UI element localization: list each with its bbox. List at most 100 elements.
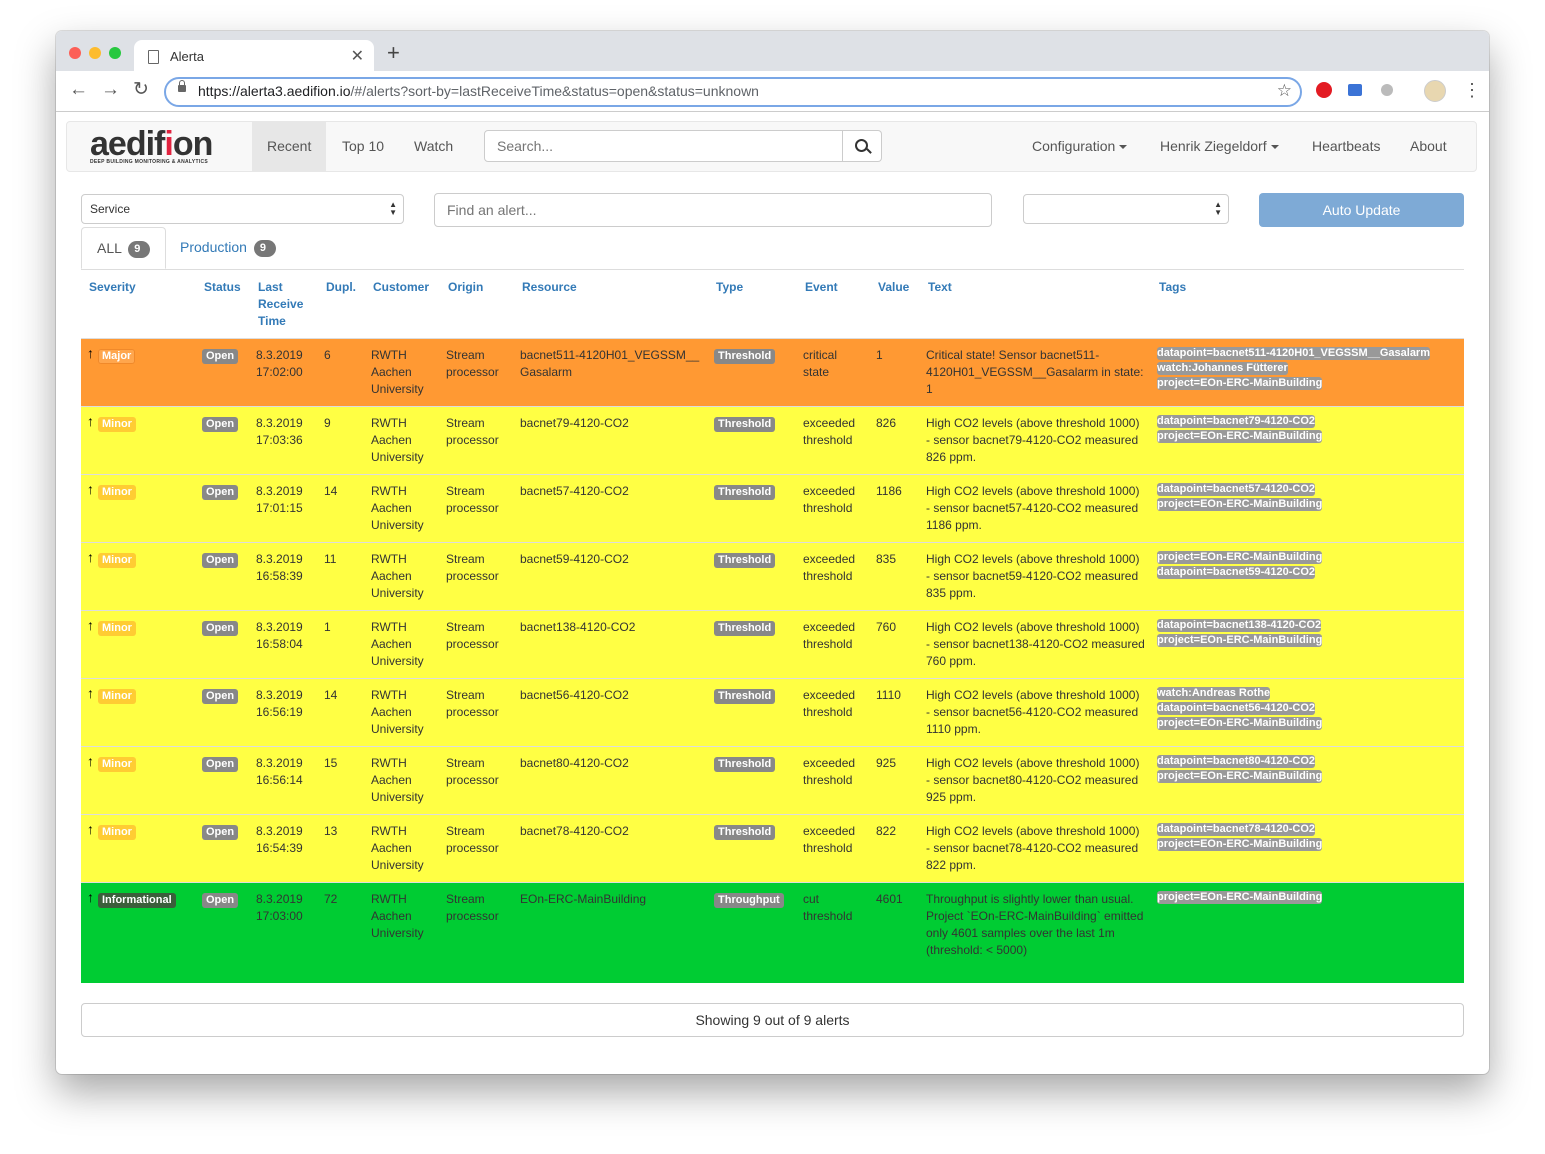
- col-last-receive-time[interactable]: Last Receive Time: [250, 271, 318, 339]
- nav-top10[interactable]: Top 10: [342, 122, 384, 171]
- col-origin[interactable]: Origin: [440, 271, 514, 339]
- tag-label[interactable]: project=EOn-ERC-MainBuilding: [1157, 551, 1323, 564]
- find-alert-input[interactable]: [434, 193, 992, 227]
- status-badge: Open: [202, 485, 239, 500]
- nav-configuration[interactable]: Configuration: [1032, 122, 1128, 171]
- time-cell: 8.3.2019 16:54:39: [250, 814, 318, 883]
- maximize-window-button[interactable]: [109, 47, 121, 59]
- tag-label[interactable]: datapoint=bacnet59-4120-CO2: [1157, 566, 1316, 579]
- tag-label[interactable]: datapoint=bacnet138-4120-CO2: [1157, 619, 1322, 632]
- nav-heartbeats[interactable]: Heartbeats: [1312, 122, 1380, 171]
- search-icon: [855, 139, 868, 152]
- new-tab-button[interactable]: +: [387, 42, 400, 64]
- tag-label[interactable]: datapoint=bacnet56-4120-CO2: [1157, 702, 1316, 715]
- alert-row[interactable]: ↑ Minor Open 8.3.2019 16:56:19 14 RWTH Aachen …: [81, 678, 1464, 747]
- type-badge: Throughput: [714, 893, 784, 908]
- status-cell: Open: [196, 814, 250, 883]
- address-bar[interactable]: https://alerta3.aedifion.io/#/alerts?sor…: [164, 77, 1302, 107]
- browser-menu-icon[interactable]: ⋮: [1463, 80, 1481, 100]
- extension-icon[interactable]: [1381, 84, 1393, 96]
- extension-icon[interactable]: [1348, 84, 1362, 96]
- origin-cell: Stream processor: [440, 814, 514, 883]
- event-cell: exceeded threshold: [797, 406, 870, 475]
- alert-row[interactable]: ↑ Minor Open 8.3.2019 16:56:14 15 RWTH Aachen …: [81, 746, 1464, 815]
- logo-text-accent: i: [164, 125, 174, 163]
- tag-label[interactable]: datapoint=bacnet511-4120H01_VEGSSM__Gasa…: [1157, 347, 1430, 360]
- nav-watch[interactable]: Watch: [414, 122, 453, 171]
- adblock-extension-icon[interactable]: [1316, 82, 1332, 98]
- text-cell: Critical state! Sensor bacnet511-4120H01…: [920, 338, 1151, 407]
- search-button[interactable]: [843, 130, 882, 162]
- alert-row[interactable]: ↑ Major Open 8.3.2019 17:02:00 6 RWTH Aachen U…: [81, 338, 1464, 407]
- close-tab-icon[interactable]: ✕: [351, 46, 364, 66]
- tag-label[interactable]: project=EOn-ERC-MainBuilding: [1157, 770, 1323, 783]
- col-status[interactable]: Status: [196, 271, 250, 339]
- col-dupl[interactable]: Dupl.: [318, 271, 365, 339]
- nav-recent[interactable]: Recent: [252, 122, 327, 171]
- tag-label[interactable]: project=EOn-ERC-MainBuilding: [1157, 634, 1323, 647]
- tab-all[interactable]: ALL 9: [81, 227, 167, 269]
- auto-update-button[interactable]: Auto Update: [1259, 193, 1464, 227]
- document-icon: [148, 50, 159, 64]
- status-badge: Open: [202, 825, 239, 840]
- alert-row[interactable]: ↑ Minor Open 8.3.2019 17:01:15 14 RWTH Aachen …: [81, 474, 1464, 543]
- tag-label[interactable]: project=EOn-ERC-MainBuilding: [1157, 430, 1323, 443]
- back-icon[interactable]: ←: [69, 80, 88, 100]
- tag-label[interactable]: watch:Johannes Fütterer: [1157, 362, 1288, 375]
- col-value[interactable]: Value: [870, 271, 920, 339]
- alert-row[interactable]: ↑ Minor Open 8.3.2019 16:58:39 11 RWTH Aachen …: [81, 542, 1464, 611]
- arrow-up-icon: ↑: [87, 753, 94, 769]
- time-cell: 8.3.2019 17:03:00: [250, 882, 318, 983]
- reload-icon[interactable]: ↻: [133, 80, 149, 100]
- bookmark-star-icon[interactable]: ☆: [1277, 81, 1292, 101]
- tag-label[interactable]: project=EOn-ERC-MainBuilding: [1157, 717, 1323, 730]
- close-window-button[interactable]: [69, 47, 81, 59]
- nav-user-menu[interactable]: Henrik Ziegeldorf: [1160, 122, 1279, 171]
- tag-label[interactable]: datapoint=bacnet80-4120-CO2: [1157, 755, 1316, 768]
- text-cell: High CO2 levels (above threshold 1000) -…: [920, 406, 1151, 475]
- forward-icon[interactable]: →: [101, 80, 120, 100]
- time-clock: 17:02:00: [256, 365, 303, 379]
- browser-toolbar: ← → ↻ https://alerta3.aedifion.io/#/aler…: [56, 71, 1489, 112]
- resource-cell: bacnet57-4120-CO2: [514, 474, 708, 543]
- severity-badge: Minor: [98, 485, 136, 500]
- severity-cell: ↑ Minor: [81, 610, 196, 679]
- profile-avatar[interactable]: [1424, 80, 1446, 102]
- tag-label[interactable]: datapoint=bacnet57-4120-CO2: [1157, 483, 1316, 496]
- tab-production[interactable]: Production 9: [165, 227, 291, 268]
- tag-label[interactable]: project=EOn-ERC-MainBuilding: [1157, 838, 1323, 851]
- col-text[interactable]: Text: [920, 271, 1151, 339]
- col-resource[interactable]: Resource: [514, 271, 708, 339]
- tag-label[interactable]: datapoint=bacnet79-4120-CO2: [1157, 415, 1316, 428]
- col-event[interactable]: Event: [797, 271, 870, 339]
- col-tags[interactable]: Tags: [1151, 271, 1464, 339]
- alert-row[interactable]: ↑ Minor Open 8.3.2019 16:58:04 1 RWTH Aachen U…: [81, 610, 1464, 679]
- alert-row[interactable]: ↑ Minor Open 8.3.2019 16:54:39 13 RWTH Aachen …: [81, 814, 1464, 883]
- search-input[interactable]: [484, 130, 843, 162]
- tag-label[interactable]: project=EOn-ERC-MainBuilding: [1157, 498, 1323, 511]
- col-type[interactable]: Type: [708, 271, 797, 339]
- status-badge: Open: [202, 621, 239, 636]
- tag-label[interactable]: datapoint=bacnet78-4120-CO2: [1157, 823, 1316, 836]
- type-cell: Threshold: [708, 610, 797, 679]
- col-customer[interactable]: Customer: [365, 271, 440, 339]
- browser-tab[interactable]: Alerta ✕: [134, 40, 374, 71]
- tag-label[interactable]: watch:Andreas Rothe: [1157, 687, 1271, 700]
- service-select[interactable]: Service ▲ ▼: [81, 194, 404, 224]
- tag-label[interactable]: project=EOn-ERC-MainBuilding: [1157, 377, 1323, 390]
- tag-label[interactable]: project=EOn-ERC-MainBuilding: [1157, 891, 1323, 904]
- aedifion-logo[interactable]: aedifion DEEP BUILDING MONITORING & ANAL…: [90, 125, 213, 165]
- type-cell: Threshold: [708, 746, 797, 815]
- col-severity[interactable]: Severity: [81, 271, 196, 339]
- nav-about[interactable]: About: [1410, 122, 1447, 171]
- environment-select[interactable]: ▲ ▼: [1023, 194, 1229, 224]
- dupl-cell: 11: [318, 542, 365, 611]
- alert-row[interactable]: ↑ Minor Open 8.3.2019 17:03:36 9 RWTH Aachen U…: [81, 406, 1464, 475]
- type-badge: Threshold: [714, 417, 776, 432]
- url-text[interactable]: https://alerta3.aedifion.io/#/alerts?sor…: [198, 83, 759, 99]
- alert-row[interactable]: ↑ Informational Open 8.3.2019 17:03:00 72 RWTH…: [81, 882, 1464, 983]
- status-cell: Open: [196, 610, 250, 679]
- dupl-cell: 13: [318, 814, 365, 883]
- tab-all-label: ALL: [97, 240, 122, 256]
- minimize-window-button[interactable]: [89, 47, 101, 59]
